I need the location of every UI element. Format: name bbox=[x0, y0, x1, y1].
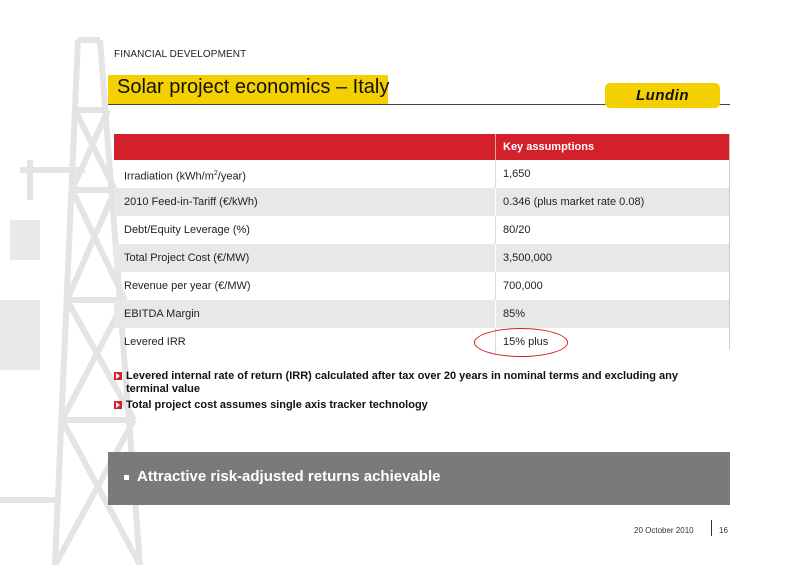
square-bullet-icon bbox=[124, 475, 129, 480]
column-header-key-assumptions: Key assumptions bbox=[503, 141, 595, 153]
table-row: Debt/Equity Leverage (%) 80/20 bbox=[114, 216, 730, 244]
table-row: EBITDA Margin 85% bbox=[114, 300, 730, 328]
row-value: 80/20 bbox=[503, 224, 531, 236]
row-label: EBITDA Margin bbox=[124, 308, 200, 320]
key-message-banner: Attractive risk-adjusted returns achieva… bbox=[108, 452, 730, 505]
row-label-text: Irradiation (kWh/m bbox=[124, 170, 214, 183]
column-divider bbox=[495, 160, 496, 188]
note-text: Total project cost assumes single axis t… bbox=[126, 399, 428, 411]
table-row: Revenue per year (€/MW) 700,000 bbox=[114, 272, 730, 300]
list-item: Levered internal rate of return (IRR) ca… bbox=[114, 370, 714, 396]
banner-text: Attractive risk-adjusted returns achieva… bbox=[137, 468, 441, 485]
notes-list: Levered internal rate of return (IRR) ca… bbox=[114, 370, 714, 415]
list-item: Total project cost assumes single axis t… bbox=[114, 399, 714, 412]
logo-text: Lundin bbox=[636, 87, 689, 104]
table-header-row: Key assumptions bbox=[114, 134, 730, 160]
column-divider bbox=[495, 244, 496, 272]
table-row: 2010 Feed-in-Tariff (€/kWh) 0.346 (plus … bbox=[114, 188, 730, 216]
section-label: FINANCIAL DEVELOPMENT bbox=[114, 49, 247, 60]
arrow-bullet-icon bbox=[114, 401, 122, 409]
footer-divider bbox=[711, 520, 712, 536]
row-label: 2010 Feed-in-Tariff (€/kWh) bbox=[124, 196, 258, 208]
note-text: Levered internal rate of return (IRR) ca… bbox=[126, 370, 679, 395]
row-label: Levered IRR bbox=[124, 336, 186, 348]
column-divider bbox=[495, 188, 496, 216]
column-divider bbox=[495, 216, 496, 244]
table-row: Irradiation (kWh/m2/year) 1,650 bbox=[114, 160, 730, 188]
row-value: 0.346 (plus market rate 0.08) bbox=[503, 196, 645, 208]
assumptions-table: Key assumptions Irradiation (kWh/m2/year… bbox=[114, 134, 730, 356]
row-label: Total Project Cost (€/MW) bbox=[124, 252, 250, 264]
table-row: Levered IRR 15% plus bbox=[114, 328, 730, 356]
row-label: Debt/Equity Leverage (%) bbox=[124, 224, 250, 236]
lundin-logo: Lundin bbox=[605, 83, 720, 108]
column-divider bbox=[495, 300, 496, 328]
row-value: 700,000 bbox=[503, 280, 543, 292]
table-right-edge bbox=[729, 134, 730, 350]
table-row: Total Project Cost (€/MW) 3,500,000 bbox=[114, 244, 730, 272]
row-label-tail: /year) bbox=[217, 170, 246, 183]
row-label: Revenue per year (€/MW) bbox=[124, 280, 251, 292]
page-number: 16 bbox=[719, 526, 728, 535]
row-label: Irradiation (kWh/m2/year) bbox=[124, 160, 246, 191]
arrow-bullet-icon bbox=[114, 372, 122, 380]
irr-highlight-oval bbox=[474, 328, 568, 357]
column-divider bbox=[495, 134, 496, 160]
row-value: 3,500,000 bbox=[503, 252, 552, 264]
row-value: 1,650 bbox=[503, 168, 531, 180]
footer-date: 20 October 2010 bbox=[634, 526, 694, 535]
column-divider bbox=[495, 272, 496, 300]
row-value: 85% bbox=[503, 308, 526, 320]
page-title: Solar project economics – Italy bbox=[117, 76, 390, 98]
